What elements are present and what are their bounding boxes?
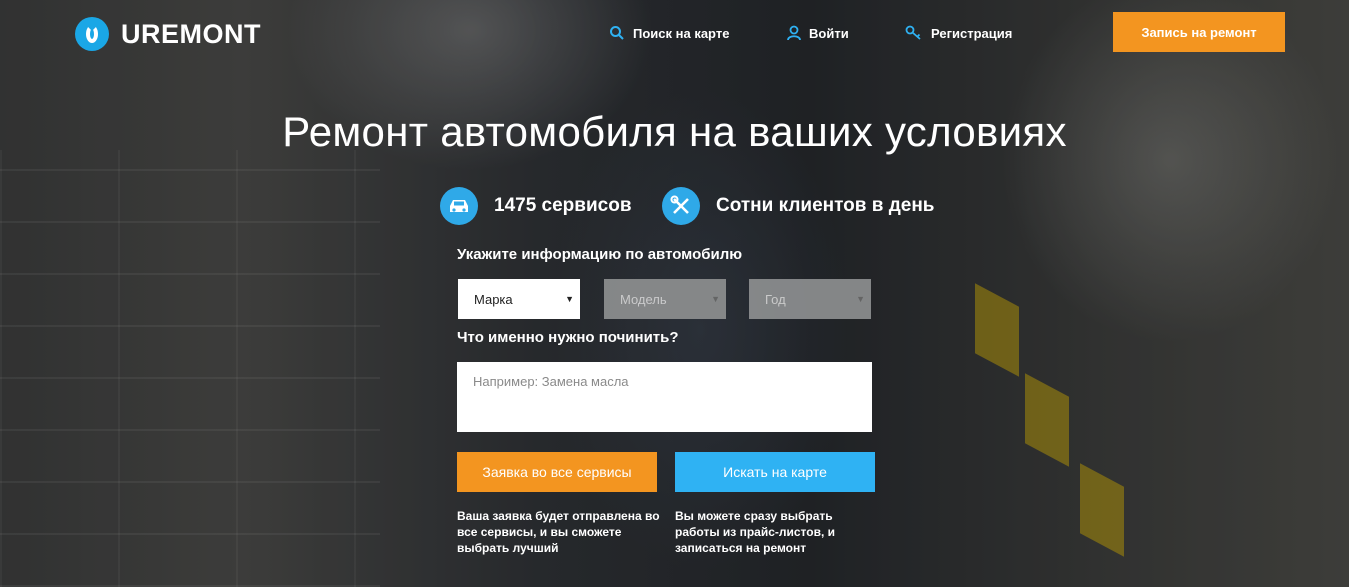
logo[interactable]: UREMONT bbox=[75, 16, 261, 52]
page-title: Ремонт автомобиля на ваших условиях bbox=[282, 108, 1067, 155]
nav-login[interactable]: Войти bbox=[787, 22, 849, 44]
model-select-value: Модель bbox=[620, 291, 667, 307]
wrench-logo-icon bbox=[75, 17, 109, 51]
book-repair-button[interactable]: Запись на ремонт bbox=[1113, 12, 1285, 52]
year-select-value: Год bbox=[765, 291, 786, 307]
make-select-value: Марка bbox=[474, 291, 513, 307]
nav-register-label: Регистрация bbox=[931, 25, 1013, 41]
key-icon bbox=[905, 25, 921, 40]
stat-clients-text: Сотни клиентов в день bbox=[716, 195, 935, 216]
search-icon bbox=[610, 26, 624, 40]
stat-services: 1475 сервисов bbox=[440, 186, 632, 226]
submit-all-note: Ваша заявка будет отправлена во все серв… bbox=[457, 509, 660, 555]
submit-all-services-button[interactable]: Заявка во все сервисы bbox=[457, 452, 657, 492]
repair-description-input[interactable] bbox=[457, 362, 872, 432]
model-select[interactable]: Модель ▼ bbox=[604, 279, 726, 319]
caret-down-icon: ▼ bbox=[856, 294, 865, 304]
nav-login-label: Войти bbox=[809, 25, 849, 41]
make-select[interactable]: Марка ▼ bbox=[458, 279, 580, 319]
car-icon bbox=[440, 187, 478, 225]
stat-clients: Сотни клиентов в день bbox=[662, 186, 935, 226]
nav-map-search-label: Поиск на карте bbox=[633, 25, 730, 41]
year-select[interactable]: Год ▼ bbox=[749, 279, 871, 319]
site-header: UREMONT Поиск на карте Войти Регистрация… bbox=[0, 0, 1349, 70]
caret-down-icon: ▼ bbox=[711, 294, 720, 304]
logo-text: UREMONT bbox=[121, 18, 261, 49]
repair-label: Что именно нужно починить? bbox=[457, 329, 679, 346]
tools-icon bbox=[662, 187, 700, 225]
nav-map-search[interactable]: Поиск на карте bbox=[609, 22, 729, 44]
car-info-label: Укажите информацию по автомобилю bbox=[457, 246, 743, 263]
stat-services-text: 1475 сервисов bbox=[494, 195, 632, 216]
search-on-map-button[interactable]: Искать на карте bbox=[675, 452, 875, 492]
nav-register[interactable]: Регистрация bbox=[905, 22, 1012, 44]
caret-down-icon: ▼ bbox=[565, 294, 574, 304]
user-icon bbox=[787, 25, 801, 41]
search-map-note: Вы можете сразу выбрать работы из прайс-… bbox=[675, 509, 836, 555]
